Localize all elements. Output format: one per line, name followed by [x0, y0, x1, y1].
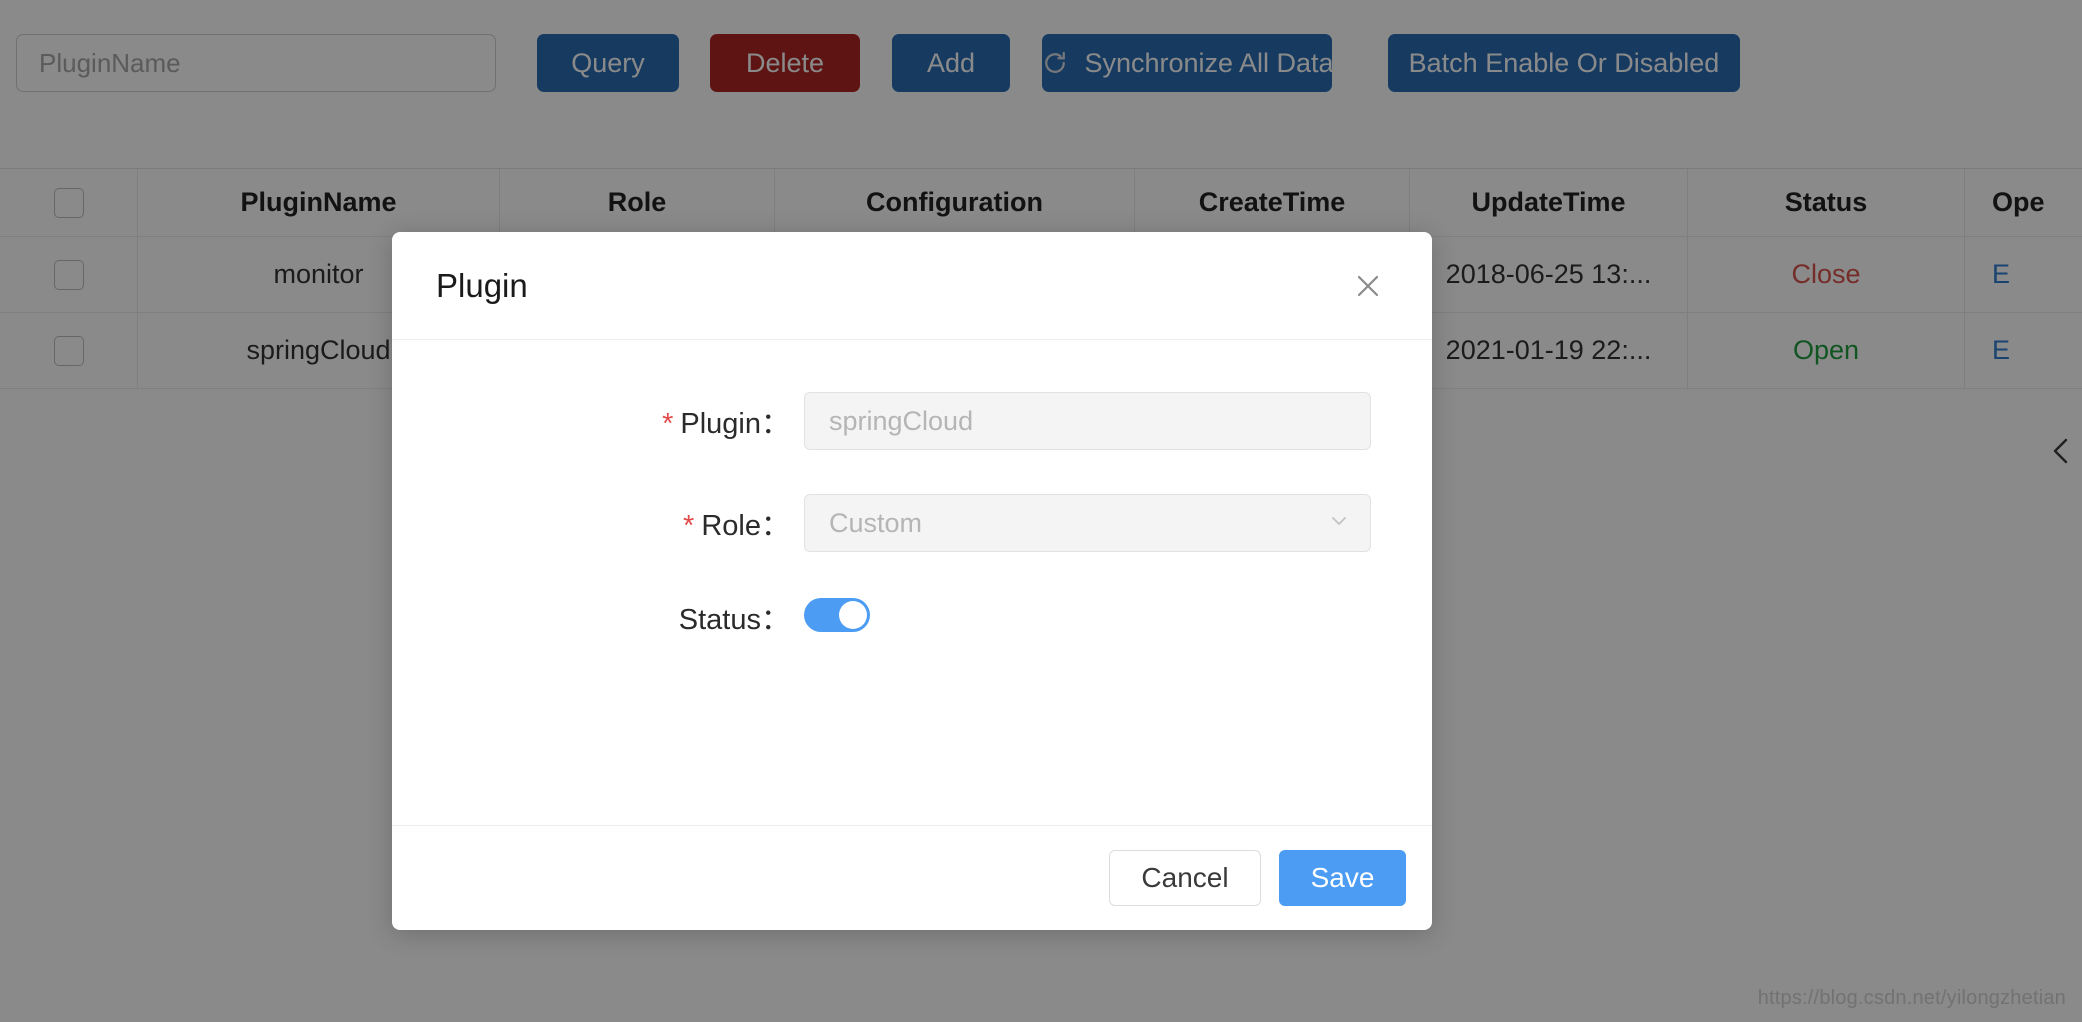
- cancel-button[interactable]: Cancel: [1109, 850, 1261, 906]
- plugin-field-control: [804, 392, 1371, 450]
- status-toggle-knob: [839, 600, 867, 629]
- plugin-dialog: Plugin *Plugin： *Role：: [392, 232, 1432, 930]
- role-label-colon: ：: [760, 510, 790, 542]
- role-label-text: Role: [701, 510, 761, 542]
- status-field-control: [804, 597, 1371, 637]
- save-button[interactable]: Save: [1279, 850, 1406, 906]
- role-field-label: * Role：: [392, 502, 804, 544]
- required-asterisk: *: [662, 408, 674, 440]
- close-icon[interactable]: [1348, 266, 1388, 306]
- form-row-plugin: * Plugin：: [392, 392, 1432, 450]
- required-asterisk: *: [683, 510, 695, 542]
- role-select-input[interactable]: [827, 506, 1348, 540]
- plugin-input[interactable]: [827, 404, 1348, 438]
- dialog-footer: Cancel Save: [392, 825, 1432, 930]
- status-toggle[interactable]: [804, 597, 870, 632]
- status-label-colon: ：: [760, 604, 790, 636]
- dialog-title: Plugin: [436, 266, 528, 304]
- plugin-label-colon: ：: [760, 408, 790, 440]
- form-row-status: Status：: [392, 596, 1432, 638]
- plugin-label-text: Plugin: [680, 408, 761, 440]
- dialog-header: Plugin: [392, 232, 1432, 340]
- plugin-input-wrapper: [804, 392, 1371, 450]
- form-row-role: * Role：: [392, 494, 1432, 552]
- plugin-field-label: * Plugin：: [392, 400, 804, 442]
- status-field-label: Status：: [392, 596, 804, 638]
- role-field-control: [804, 494, 1371, 552]
- role-select[interactable]: [804, 494, 1371, 552]
- dialog-body: *Plugin： *Role：: [392, 340, 1432, 825]
- status-label-text: Status: [678, 604, 761, 636]
